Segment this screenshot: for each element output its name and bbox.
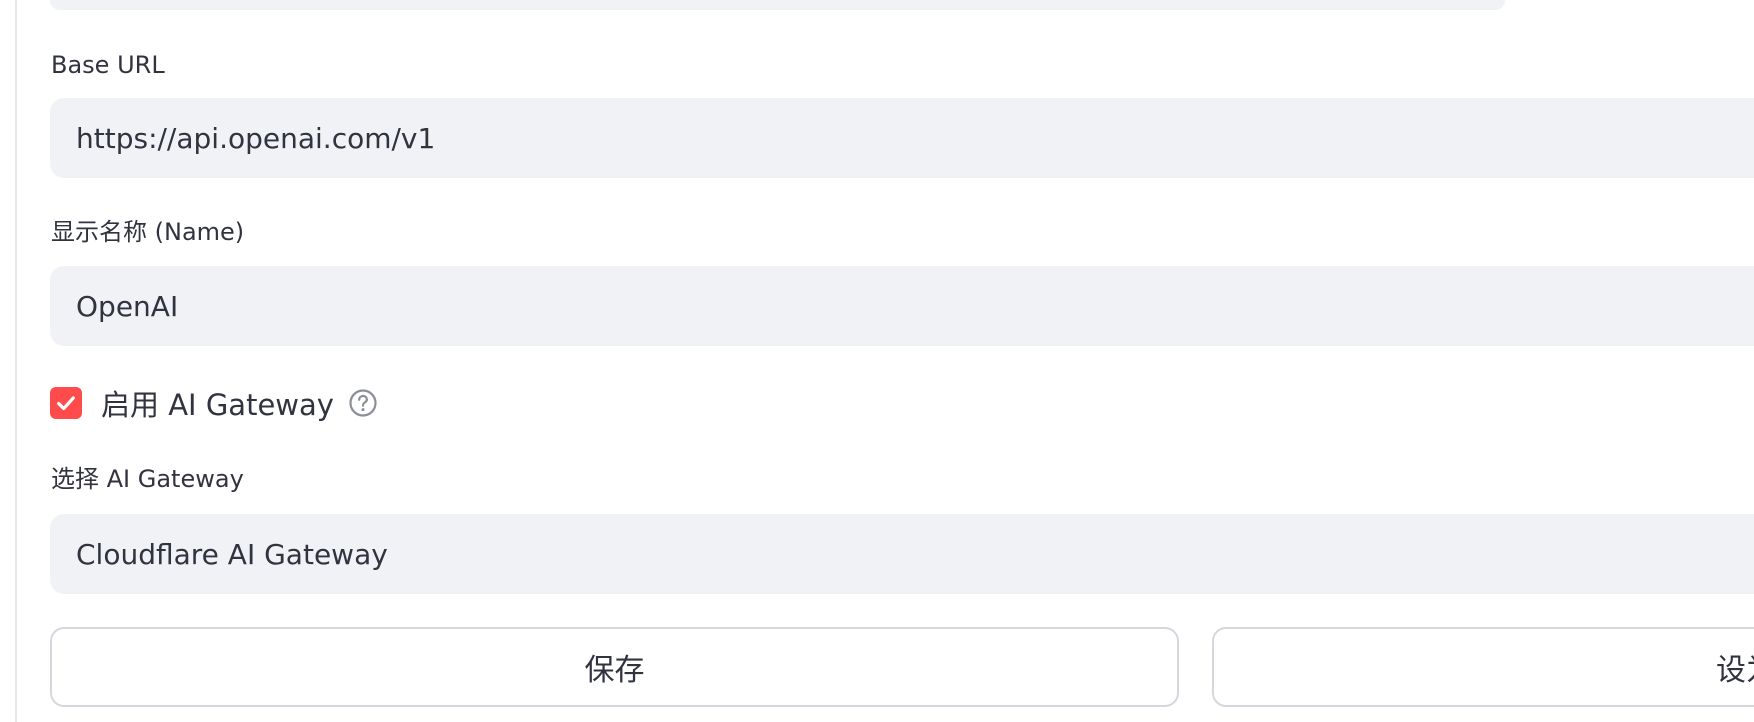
- base-url-label: Base URL: [51, 51, 165, 79]
- base-url-input[interactable]: [76, 98, 1676, 178]
- select-gateway-field[interactable]: [50, 514, 1754, 594]
- save-button[interactable]: 保存: [50, 627, 1179, 707]
- base-url-field[interactable]: [50, 98, 1754, 178]
- enable-gateway-checkbox[interactable]: [50, 387, 82, 419]
- enable-gateway-label[interactable]: 启用 AI Gateway: [101, 382, 334, 424]
- select-gateway-label: 选择 AI Gateway: [51, 465, 244, 493]
- question-circle-icon[interactable]: [348, 388, 378, 418]
- previous-input-field[interactable]: [50, 0, 1505, 10]
- select-gateway-input[interactable]: [76, 514, 1676, 594]
- set-as-button[interactable]: 设为: [1212, 627, 1754, 707]
- checkmark-icon: [57, 396, 75, 411]
- display-name-label: 显示名称 (Name): [51, 218, 245, 246]
- settings-form-panel: Base URL 显示名称 (Name) 启用 AI Gateway 选择 AI…: [0, 0, 1754, 722]
- enable-gateway-checkbox-row[interactable]: 启用 AI Gateway: [50, 382, 378, 424]
- display-name-field[interactable]: [50, 266, 1754, 346]
- left-divider: [15, 0, 17, 722]
- display-name-input[interactable]: [76, 266, 1676, 346]
